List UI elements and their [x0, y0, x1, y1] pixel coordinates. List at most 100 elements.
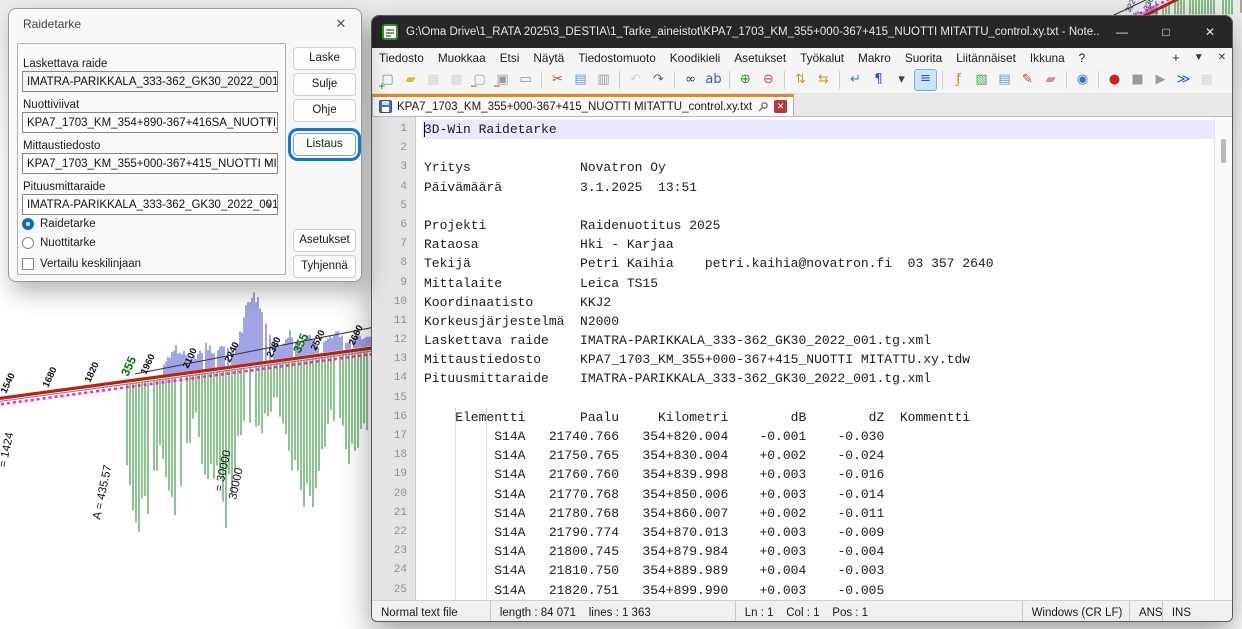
menu-nyt[interactable]: Näytä — [526, 51, 571, 65]
menu-asetukset[interactable]: Asetukset — [727, 51, 793, 65]
radio-selected-icon[interactable] — [22, 218, 34, 230]
radio-unselected-icon[interactable] — [22, 237, 34, 249]
menu-muokkaa[interactable]: Muokkaa — [431, 51, 493, 65]
chevron-down-icon[interactable]: ∨ — [266, 113, 273, 133]
sync-scroll-horizontal-icon[interactable]: ⇆ — [813, 70, 834, 90]
close-all-documents-icon[interactable]: ▣− — [492, 70, 513, 90]
line-number: 2 — [372, 139, 415, 158]
macro-run-multiple-icon[interactable]: ≫ — [1173, 70, 1194, 90]
geometry-annotation: A = 435.57 — [91, 464, 114, 521]
code-line-1: 3D-Win Raidetarke — [422, 120, 1214, 139]
menu-suorita[interactable]: Suorita — [898, 51, 949, 65]
sulje-button[interactable]: Sulje — [293, 73, 356, 96]
mittaustiedosto-select[interactable]: KPA7_1703_KM_355+000-367+415_NUOTTI MIT … — [22, 153, 278, 174]
folder-as-workspace-icon[interactable]: ▰ — [1040, 70, 1061, 90]
zoom-out-icon[interactable]: ⊖ — [758, 70, 779, 90]
nuottiviivat-select[interactable]: KPA7_1703_KM_354+890-367+416SA_NUOTTI_ ∨ — [22, 112, 278, 133]
tyhjenna-button[interactable]: Tyhjennä — [293, 255, 356, 278]
ohje-button[interactable]: Ohje — [293, 99, 356, 122]
laskettava-raide-value: IMATRA-PARIKKALA_333-362_GK30_2022_001.t… — [27, 76, 278, 88]
tab-list-icon[interactable]: ▼ — [1194, 52, 1204, 63]
close-document-icon[interactable]: ▢− — [469, 70, 490, 90]
line-number: 3 — [372, 158, 415, 177]
paste-icon[interactable]: ▥ — [593, 70, 614, 90]
chevron-down-icon[interactable]: ∨ — [266, 154, 273, 174]
find-icon[interactable]: ∞ — [680, 70, 701, 90]
tab-close-icon[interactable]: ✕ — [774, 100, 787, 113]
station-label: 1960 — [139, 352, 158, 376]
toolbar: ▢+▰▦▩▢−▣−▭✂▤▥↶↷∞ab⊕⊖⇅⇆↵¶▾≡ƒ▧▤✎▰◉●■▶≫▦ — [372, 67, 1232, 94]
document-map-icon[interactable]: ▧ — [971, 70, 992, 90]
macro-save-icon[interactable]: ▦ — [1196, 70, 1217, 90]
radio-nuottitarke[interactable]: Nuottitarke — [22, 237, 96, 249]
zoom-in-icon[interactable]: ⊕ — [735, 70, 756, 90]
checkbox-vertailu[interactable]: Vertailu keskilinjaan — [22, 258, 141, 270]
tab-active-document[interactable]: KPA7_1703_KM_355+000-367+415_NUOTTI MITA… — [372, 94, 794, 116]
maximize-icon[interactable]: □ — [1144, 16, 1188, 48]
text-pane[interactable]: 3D-Win RaidetarkeYritys Novatron OyPäivä… — [422, 117, 1214, 600]
close-icon[interactable]: ✕ — [1188, 16, 1232, 48]
code-line-16: Elementti Paalu Kilometri dB dZ Kommentt… — [422, 408, 1214, 427]
status-eol-format: Windows (CR LF) — [1023, 601, 1130, 622]
code-line-9: Mittalaite Leica TS15 — [422, 274, 1214, 293]
new-file-icon[interactable]: ▢+ — [377, 70, 398, 90]
menu-liitnniset[interactable]: Liitännäiset — [949, 51, 1023, 65]
menu-makro[interactable]: Makro — [851, 51, 898, 65]
laskettava-raide-field[interactable]: IMATRA-PARIKKALA_333-362_GK30_2022_001.t… — [22, 71, 278, 92]
menu-tiedosto[interactable]: Tiedosto — [372, 51, 431, 65]
document-list-icon[interactable]: ▤ — [994, 70, 1015, 90]
line-number: 7 — [372, 235, 415, 254]
pin-icon[interactable] — [757, 101, 769, 113]
minimize-icon[interactable]: — — [1100, 16, 1144, 48]
toolbar-dropdown-icon[interactable]: ▾ — [891, 70, 912, 90]
save-all-icon[interactable]: ▩ — [446, 70, 467, 90]
function-list-icon[interactable]: ƒ — [948, 70, 969, 90]
menu-koodikieli[interactable]: Koodikieli — [663, 51, 728, 65]
laske-button[interactable]: Laske — [293, 47, 356, 70]
new-tab-icon[interactable]: + — [1172, 50, 1180, 65]
undo-icon[interactable]: ↶ — [625, 70, 646, 90]
dialog-titlebar[interactable]: Raidetarke ✕ — [9, 9, 361, 39]
macro-stop-icon[interactable]: ■ — [1127, 70, 1148, 90]
menu-etsi[interactable]: Etsi — [493, 51, 527, 65]
line-number: 22 — [372, 523, 415, 542]
chevron-down-icon[interactable]: ∨ — [266, 195, 273, 215]
pituusmittaraide-select[interactable]: IMATRA-PARIKKALA_333-362_GK30_2022_001.t… — [22, 194, 278, 215]
radio-nuottitarke-label: Nuottitarke — [40, 237, 96, 249]
macro-record-icon[interactable]: ● — [1104, 70, 1125, 90]
menu-tykalut[interactable]: Työkalut — [793, 51, 851, 65]
save-icon[interactable]: ▦ — [423, 70, 444, 90]
line-number: 17 — [372, 427, 415, 446]
listaus-button[interactable]: Listaus — [293, 133, 356, 156]
vertical-scrollbar[interactable] — [1214, 117, 1232, 600]
word-wrap-icon[interactable]: ↵ — [845, 70, 866, 90]
redo-icon[interactable]: ↷ — [648, 70, 669, 90]
asetukset-button[interactable]: Asetukset — [293, 229, 356, 252]
checkbox-icon[interactable] — [22, 258, 34, 270]
toolbar-separator — [674, 71, 675, 89]
cut-icon[interactable]: ✂ — [547, 70, 568, 90]
close-icon[interactable]: ✕ — [329, 13, 353, 35]
menu-ikkuna[interactable]: Ikkuna — [1023, 51, 1072, 65]
show-all-characters-icon[interactable]: ¶ — [868, 70, 889, 90]
copy-icon[interactable]: ▤ — [570, 70, 591, 90]
radio-raidetarke[interactable]: Raidetarke — [22, 218, 96, 230]
file-monitoring-icon[interactable]: ◉ — [1072, 70, 1093, 90]
pituusmittaraide-label: Pituusmittaraide — [23, 181, 105, 193]
code-line-15 — [422, 389, 1214, 408]
nuottiviivat-label: Nuottiviivat — [23, 99, 79, 111]
indent-guide-icon[interactable]: ≡ — [914, 69, 937, 91]
window-titlebar[interactable]: G:\Oma Drive\1_RATA 2025\3_DESTIA\1_Tark… — [372, 16, 1232, 48]
menu-help[interactable]: ? — [1072, 51, 1093, 65]
open-folder-icon[interactable]: ▰ — [400, 70, 421, 90]
replace-icon[interactable]: ab — [703, 70, 724, 90]
new-file-badge: + — [378, 83, 386, 92]
scrollbar-thumb[interactable] — [1221, 139, 1226, 163]
menu-tiedostomuoto[interactable]: Tiedostomuoto — [571, 51, 663, 65]
laskettava-raide-label: Laskettava raide — [23, 58, 107, 70]
sync-scroll-vertical-icon[interactable]: ⇅ — [790, 70, 811, 90]
close-tab-icon[interactable]: ✕ — [1218, 52, 1226, 63]
print-icon[interactable]: ▭ — [515, 70, 536, 90]
document-switcher-icon[interactable]: ✎ — [1017, 70, 1038, 90]
macro-play-icon[interactable]: ▶ — [1150, 70, 1171, 90]
